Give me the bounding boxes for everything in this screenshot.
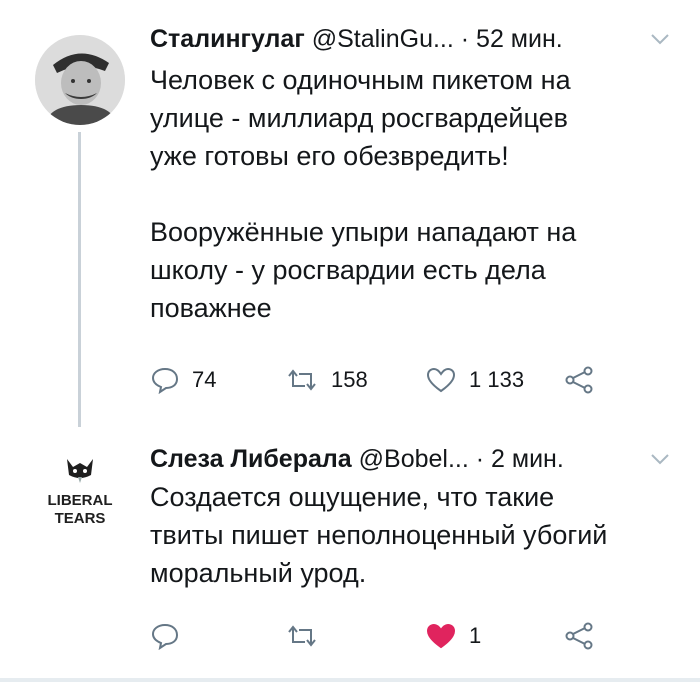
retweet-count: 158	[331, 367, 368, 392]
avatar[interactable]	[35, 35, 125, 125]
tweet-text-line: Вооружённые упыри нападают на	[150, 217, 577, 247]
separator-dot: ·	[460, 25, 470, 53]
retweet-button[interactable]	[285, 618, 319, 654]
reply-button[interactable]: 74	[150, 362, 216, 398]
share-icon	[565, 366, 593, 394]
reply-icon	[151, 367, 179, 394]
tweet-text-line: поважнее	[150, 293, 272, 323]
tweet-actions: 1	[150, 618, 670, 654]
share-button[interactable]	[564, 618, 594, 654]
tweet-text-line: моральный урод.	[150, 558, 367, 588]
reply-icon	[151, 623, 179, 650]
like-count: 1 133	[469, 367, 525, 392]
tweet-text: Создается ощущение, что такие твиты пише…	[150, 478, 685, 592]
reply-count: 74	[192, 367, 217, 392]
share-button[interactable]	[564, 362, 594, 398]
tweet-text-line: школу - у росгвардии есть дела	[150, 255, 546, 285]
chevron-down-icon[interactable]	[650, 452, 670, 466]
tweet-actions: 74 158 1 133	[150, 362, 670, 398]
reply-button[interactable]	[150, 618, 180, 654]
like-button[interactable]: 1 133	[425, 362, 524, 398]
retweet-icon	[288, 625, 316, 647]
like-icon	[426, 367, 456, 393]
tweet-text-line: твиты пишет неполноценный убогий	[150, 520, 608, 550]
author-handle[interactable]: @Bobel...	[359, 445, 469, 473]
tweet: LIBERAL TEARS Слеза Либерала @Bobel... ·…	[0, 430, 700, 682]
timestamp[interactable]: 2 мин.	[491, 445, 564, 473]
author-name[interactable]: Сталингулаг	[150, 25, 305, 53]
tweet-text: Человек с одиночным пикетом на улице - м…	[150, 61, 685, 327]
tweet-text-line: уже готовы его обезвредить!	[150, 141, 509, 171]
tweet: Сталингулаг @StalinGu... · 52 мин. Челов…	[0, 0, 700, 430]
tweet-text-gap	[150, 175, 685, 213]
logo-text-tears: TEARS	[55, 510, 106, 527]
avatar[interactable]: LIBERAL TEARS	[35, 445, 125, 535]
like-count: 1	[469, 623, 482, 648]
share-icon	[565, 622, 593, 650]
retweet-button[interactable]: 158	[285, 362, 368, 398]
like-button[interactable]: 1	[425, 618, 481, 654]
author-handle[interactable]: @StalinGu...	[312, 25, 454, 53]
tweet-header: Сталингулаг @StalinGu... · 52 мин.	[150, 24, 563, 54]
tweet-text-line: Человек с одиночным пикетом на	[150, 65, 571, 95]
author-name[interactable]: Слеза Либерала	[150, 445, 352, 473]
tweet-text-line: улице - миллиард росгвардейцев	[150, 103, 569, 133]
retweet-icon	[288, 369, 316, 391]
timestamp[interactable]: 52 мин.	[476, 25, 563, 53]
thread-line	[78, 132, 81, 427]
like-icon	[426, 623, 456, 649]
chevron-down-icon[interactable]	[650, 32, 670, 46]
tweet-header: Слеза Либерала @Bobel... · 2 мин.	[150, 444, 564, 474]
bottom-divider	[0, 678, 700, 682]
tweet-text-line: Создается ощущение, что такие	[150, 482, 555, 512]
separator-dot: ·	[475, 445, 485, 473]
logo-text-liberal: LIBERAL	[48, 492, 113, 509]
